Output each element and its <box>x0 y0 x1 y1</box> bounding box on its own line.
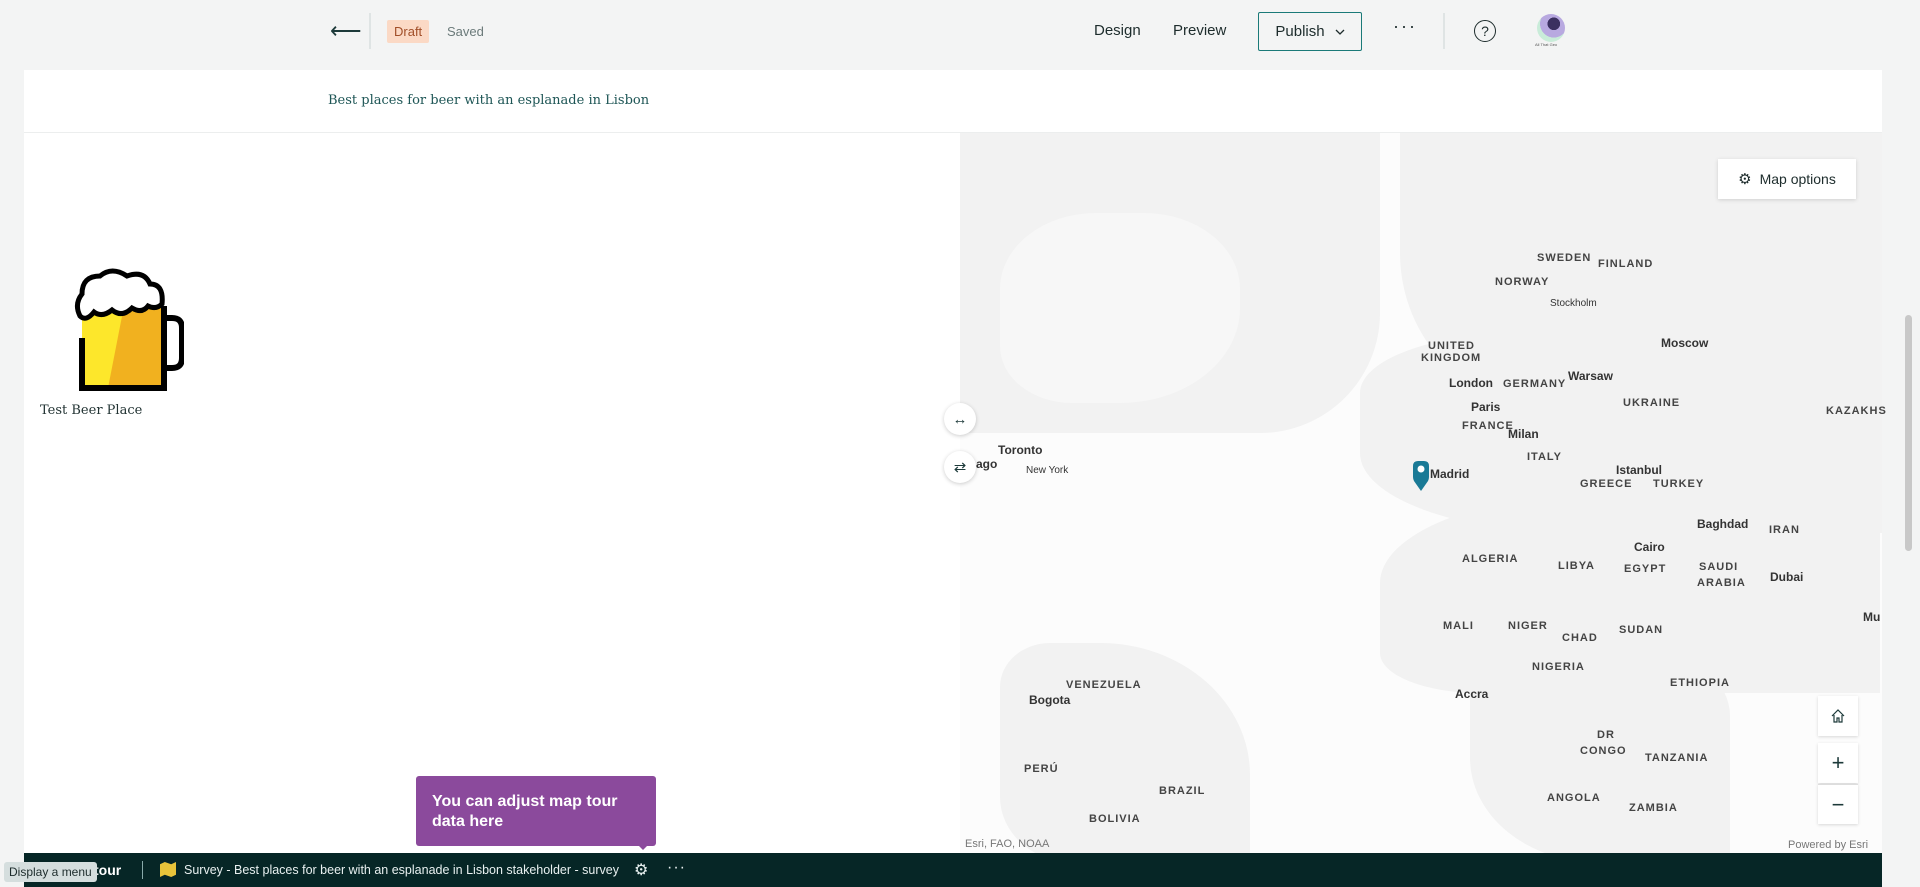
builder-bottom-bar: tour Survey - Best places for beer with … <box>24 853 1882 887</box>
avatar[interactable] <box>1537 14 1565 42</box>
save-status: Saved <box>447 24 484 39</box>
story-title[interactable]: Best places for beer with an esplanade i… <box>328 93 649 108</box>
map-country-label: GERMANY <box>1503 378 1567 390</box>
map-country-label: DR <box>1597 729 1615 741</box>
map-country-label: BRAZIL <box>1159 785 1206 797</box>
tour-label[interactable]: tour <box>94 862 121 878</box>
map-country-label: KAZAKHS <box>1826 405 1887 417</box>
map-country-label: MALI <box>1443 620 1474 632</box>
back-button[interactable]: ⟵ <box>330 18 362 44</box>
swap-layout-button[interactable]: ⇄ <box>944 451 976 483</box>
map-country-label: VENEZUELA <box>1066 679 1142 691</box>
gear-icon[interactable]: ⚙ <box>634 860 648 880</box>
map-country-label: UNITED <box>1428 340 1475 352</box>
map-city-label: Madrid <box>1430 467 1470 481</box>
map-city-label: Istanbul <box>1616 463 1663 477</box>
divider <box>142 861 143 879</box>
plus-icon: + <box>1831 750 1845 775</box>
map-country-label: KINGDOM <box>1421 352 1482 364</box>
home-icon <box>1831 709 1845 723</box>
map-city-label: Mu <box>1863 610 1881 624</box>
minus-icon: − <box>1831 791 1845 817</box>
map-city-label: Baghdad <box>1697 517 1749 531</box>
coachmark-tail <box>637 844 649 850</box>
map-country-label: ETHIOPIA <box>1670 677 1730 689</box>
map-land <box>1000 213 1240 403</box>
map-country-label: FINLAND <box>1598 258 1654 270</box>
place-title[interactable]: Test Beer Place <box>40 403 142 418</box>
map-country-label: NORWAY <box>1495 276 1550 288</box>
map-city-label: Dubai <box>1770 570 1804 584</box>
help-icon[interactable]: ? <box>1474 20 1496 42</box>
map-country-label: ITALY <box>1527 451 1562 463</box>
map-view[interactable] <box>960 133 1882 855</box>
map-city-label: London <box>1449 376 1493 390</box>
map-marker-icon[interactable] <box>1413 461 1429 491</box>
horizontal-arrows-icon: ↔ <box>952 410 968 428</box>
map-country-label: ARABIA <box>1697 577 1746 589</box>
map-country-label: ALGERIA <box>1462 553 1519 565</box>
map-country-label: LIBYA <box>1558 560 1595 572</box>
page-scrollbar[interactable] <box>1905 315 1912 551</box>
map-country-label: IRAN <box>1769 524 1800 536</box>
map-country-label: EGYPT <box>1624 563 1667 575</box>
map-country-label: GREECE <box>1580 478 1633 490</box>
map-country-label: BOLIVIA <box>1089 813 1141 825</box>
top-bar: ⟵ Draft Saved Design Preview Publish ···… <box>0 0 1920 62</box>
map-city-label: Stockholm <box>1550 298 1597 309</box>
tooltip: Display a menu <box>4 862 97 882</box>
more-options-button[interactable]: ··· <box>667 859 686 877</box>
map-city-label: Milan <box>1508 427 1539 441</box>
map-city-label: New York <box>1026 465 1069 476</box>
map-city-label: Moscow <box>1661 336 1709 350</box>
map-city-label: Cairo <box>1634 540 1665 554</box>
map-options-button[interactable]: ⚙ Map options <box>1718 159 1856 199</box>
divider <box>369 13 371 49</box>
map-country-label: SWEDEN <box>1537 252 1592 264</box>
gear-icon: ⚙ <box>1738 171 1752 188</box>
map-country-label: NIGERIA <box>1532 661 1585 673</box>
publish-label: Publish <box>1275 23 1325 40</box>
map-options-label: Map options <box>1759 171 1836 187</box>
map-country-label: NIGER <box>1508 620 1548 632</box>
map-city-label: Paris <box>1471 400 1501 414</box>
story-header <box>24 70 1882 133</box>
divider <box>1443 13 1445 49</box>
preview-button[interactable]: Preview <box>1173 22 1226 39</box>
map-country-label: CONGO <box>1580 745 1627 757</box>
publish-button[interactable]: Publish <box>1258 12 1362 51</box>
survey-map-icon <box>160 862 176 877</box>
coachmark-popover: You can adjust map tour data here <box>416 776 656 846</box>
map-country-label: FRANCE <box>1462 420 1514 432</box>
beer-mug-icon <box>74 268 184 391</box>
powered-by-esri[interactable]: Powered by Esri <box>1788 839 1868 851</box>
more-options-button[interactable]: ··· <box>1393 16 1417 37</box>
zoom-in-button[interactable]: + <box>1818 743 1858 783</box>
design-button[interactable]: Design <box>1094 22 1141 39</box>
map-city-label: ago <box>976 457 998 471</box>
map-country-label: UKRAINE <box>1623 397 1681 409</box>
map-city-label: Bogota <box>1029 693 1071 707</box>
map-country-label: TURKEY <box>1653 478 1705 490</box>
expand-panel-button[interactable]: ↔ <box>944 403 976 435</box>
map-country-label: SUDAN <box>1619 624 1664 636</box>
map-city-label: Toronto <box>998 443 1043 457</box>
survey-data-source[interactable]: Survey - Best places for beer with an es… <box>184 863 619 877</box>
zoom-out-button[interactable]: − <box>1818 784 1858 824</box>
home-button[interactable] <box>1818 696 1858 736</box>
map-country-label: SAUDI <box>1699 561 1739 573</box>
map-country-label: PERÚ <box>1024 763 1059 775</box>
map-city-label: Accra <box>1455 687 1489 701</box>
map-country-label: CHAD <box>1562 632 1598 644</box>
swap-arrows-icon: ⇄ <box>953 459 967 476</box>
map-attribution: Esri, FAO, NOAA <box>965 838 1050 850</box>
avatar-label: All That Geo <box>1535 42 1558 47</box>
map-city-label: Warsaw <box>1568 369 1613 383</box>
chevron-down-icon <box>1335 29 1345 35</box>
map-country-label: TANZANIA <box>1645 752 1709 764</box>
map-country-label: ZAMBIA <box>1629 802 1678 814</box>
map-country-label: ANGOLA <box>1547 792 1601 804</box>
status-badge: Draft <box>387 20 430 43</box>
